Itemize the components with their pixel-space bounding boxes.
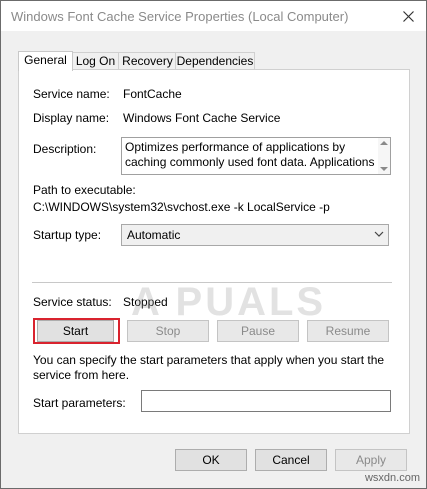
display-name-value: Windows Font Cache Service <box>123 111 281 125</box>
window-title: Windows Font Cache Service Properties (L… <box>11 9 349 24</box>
service-name-label: Service name: <box>33 87 110 101</box>
start-params-label: Start parameters: <box>33 396 126 410</box>
tab-general[interactable]: General <box>18 51 73 71</box>
tab-recovery[interactable]: Recovery <box>118 52 177 70</box>
path-label: Path to executable: <box>33 183 136 197</box>
apply-button[interactable]: Apply <box>335 449 407 471</box>
path-value: C:\WINDOWS\system32\svchost.exe -k Local… <box>33 200 330 214</box>
scroll-up-arrow-icon[interactable] <box>380 141 388 145</box>
description-text: Optimizes performance of applications by… <box>125 140 375 172</box>
service-status-label: Service status: <box>33 295 112 309</box>
startup-type-label: Startup type: <box>33 228 102 242</box>
tab-log-on[interactable]: Log On <box>71 52 120 70</box>
title-bar: Windows Font Cache Service Properties (L… <box>1 1 426 31</box>
description-box[interactable]: Optimizes performance of applications by… <box>121 137 391 175</box>
description-label: Description: <box>33 142 97 156</box>
start-params-hint: You can specify the start parameters tha… <box>33 353 385 382</box>
chevron-down-icon <box>374 231 384 237</box>
start-button[interactable]: Start <box>37 320 114 342</box>
startup-type-select[interactable]: Automatic <box>121 224 389 246</box>
display-name-label: Display name: <box>33 111 110 125</box>
close-button[interactable] <box>394 5 422 27</box>
start-params-input[interactable] <box>141 390 391 412</box>
close-icon <box>402 10 414 22</box>
startup-type-value: Automatic <box>127 228 181 242</box>
cancel-button[interactable]: Cancel <box>255 449 327 471</box>
service-name-value: FontCache <box>123 87 182 101</box>
watermark-source: wsxdn.com <box>364 472 420 484</box>
ok-button[interactable]: OK <box>175 449 247 471</box>
tab-dependencies[interactable]: Dependencies <box>175 52 255 70</box>
scroll-down-arrow-icon[interactable] <box>380 167 388 171</box>
description-scrollbar[interactable] <box>378 138 390 174</box>
general-tab-panel: Service name: FontCache Display name: Wi… <box>18 69 410 434</box>
service-properties-dialog: Windows Font Cache Service Properties (L… <box>0 0 427 489</box>
watermark-logo: A PUALS <box>131 280 327 324</box>
